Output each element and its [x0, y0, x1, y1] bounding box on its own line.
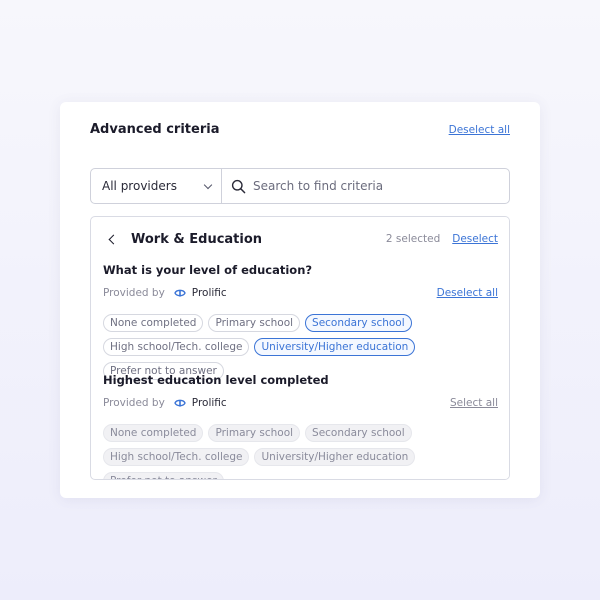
search-input[interactable] — [253, 169, 509, 203]
filter-bar: All providers — [90, 168, 510, 204]
option-chip[interactable]: Primary school — [208, 314, 301, 332]
question-highest-education: Highest education level completed Provid… — [103, 373, 498, 479]
question-select-all-link[interactable]: Select all — [450, 397, 498, 409]
provider-select[interactable]: All providers — [91, 169, 222, 203]
search-icon — [231, 179, 246, 193]
provided-row: Provided by Prolific Deselect all — [103, 287, 498, 299]
option-chip[interactable]: None completed — [103, 314, 204, 332]
search-wrap — [222, 169, 509, 203]
option-chip[interactable]: University/Higher education — [254, 338, 416, 356]
question-title: What is your level of education? — [103, 263, 313, 277]
question-deselect-all-link[interactable]: Deselect all — [437, 287, 498, 299]
prolific-logo-icon — [174, 399, 186, 407]
prolific-logo-icon — [174, 289, 186, 297]
option-chip[interactable]: High school/Tech. college — [103, 448, 250, 466]
option-chips: None completed Primary school Secondary sc… — [103, 424, 509, 479]
option-chip[interactable]: Prefer not to answer — [103, 472, 224, 479]
provider-name: Prolific — [191, 287, 227, 299]
advanced-criteria-card: Advanced criteria Deselect all All provi… — [60, 102, 540, 498]
provided-by: Provided by Prolific — [103, 397, 227, 409]
back-button[interactable] — [103, 230, 121, 248]
option-chip[interactable]: Primary school — [208, 424, 301, 442]
card-title: Advanced criteria — [90, 122, 220, 137]
deselect-category-link[interactable]: Deselect — [452, 233, 498, 245]
question-education-level: What is your level of education? Provide… — [103, 263, 498, 380]
option-chip[interactable]: University/Higher education — [254, 448, 416, 466]
panel-header: Work & Education 2 selected Deselect — [103, 230, 498, 248]
option-chip[interactable]: Secondary school — [305, 314, 412, 332]
chevron-left-icon — [108, 234, 119, 244]
question-title: Highest education level completed — [103, 373, 329, 387]
option-chip[interactable]: High school/Tech. college — [103, 338, 250, 356]
card-header: Advanced criteria Deselect all — [90, 122, 510, 137]
selected-count: 2 selected — [385, 233, 441, 245]
provider-select-value: All providers — [102, 179, 177, 193]
panel-header-right: 2 selected Deselect — [386, 233, 498, 245]
panel-header-left: Work & Education — [103, 230, 262, 248]
provider-name: Prolific — [191, 397, 227, 409]
category-panel: Work & Education 2 selected Deselect Wha… — [90, 216, 510, 480]
option-chips: None completed Primary school Secondary sc… — [103, 314, 509, 380]
provided-by: Provided by Prolific — [103, 287, 227, 299]
provided-by-label: Provided by — [103, 287, 165, 299]
option-chip[interactable]: None completed — [103, 424, 204, 442]
provided-by-label: Provided by — [103, 397, 165, 409]
option-chip[interactable]: Secondary school — [305, 424, 412, 442]
provided-row: Provided by Prolific Select all — [103, 397, 498, 409]
deselect-all-link[interactable]: Deselect all — [449, 124, 510, 136]
chevron-down-icon — [203, 180, 213, 189]
panel-title: Work & Education — [131, 231, 263, 247]
